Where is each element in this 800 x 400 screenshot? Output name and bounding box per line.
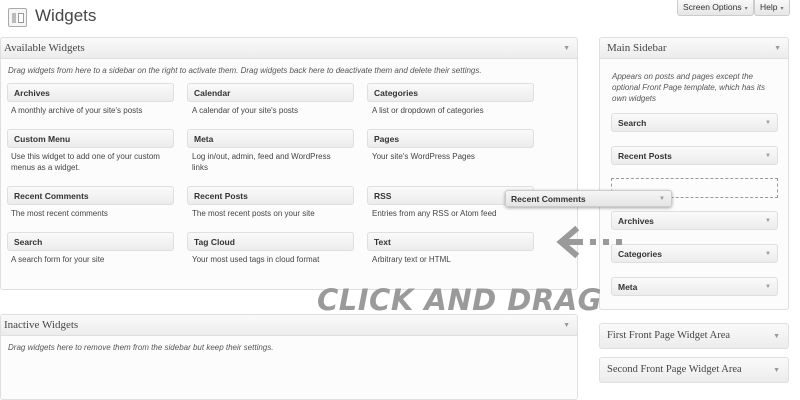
- first-front-page-widget-area[interactable]: First Front Page Widget Area ▼: [599, 323, 789, 349]
- widget-search-desc: A search form for your site: [11, 255, 105, 264]
- widget-calendar-desc: A calendar of your site's posts: [192, 106, 299, 115]
- widget-meta-desc: Log in/out, admin, feed and WordPress li…: [192, 152, 331, 172]
- collapse-arrow-icon[interactable]: ▼: [773, 358, 780, 382]
- widget-custom-menu-desc: Use this widget to add one of your custo…: [11, 152, 160, 172]
- collapse-arrow-icon[interactable]: ▼: [563, 315, 570, 335]
- sidebar-widget-meta[interactable]: Meta ▼: [611, 277, 778, 296]
- screen-options-button[interactable]: Screen Options ▾: [677, 0, 754, 16]
- widget-meta[interactable]: Meta: [187, 129, 354, 148]
- page-title: Widgets: [35, 6, 97, 25]
- widget-text[interactable]: Text: [367, 232, 534, 251]
- widget-tag-cloud[interactable]: Tag Cloud: [187, 232, 354, 251]
- sidebar-widget-label: Recent Posts: [618, 151, 672, 161]
- expand-arrow-icon[interactable]: ▼: [765, 147, 771, 166]
- widget-categories-desc: A list or dropdown of categories: [372, 106, 484, 115]
- widget-tag-cloud-desc: Your most used tags in cloud format: [192, 255, 320, 264]
- widget-recent-comments[interactable]: Recent Comments: [7, 186, 174, 205]
- chevron-down-icon: ▾: [744, 6, 748, 12]
- inactive-widgets-title: Inactive Widgets: [4, 319, 79, 331]
- main-sidebar-description: Appears on posts and pages except the op…: [612, 72, 765, 103]
- sidebar-widget-search[interactable]: Search ▼: [611, 113, 778, 132]
- widgets-page-icon: [8, 8, 27, 27]
- screen-options-label: Screen Options: [683, 2, 742, 12]
- sidebar-widget-label: Meta: [618, 282, 638, 292]
- main-sidebar-panel: Main Sidebar ▼ Appears on posts and page…: [599, 37, 789, 310]
- main-sidebar-header[interactable]: Main Sidebar ▼: [600, 38, 788, 59]
- widget-pages-desc: Your site's WordPress Pages: [372, 152, 475, 161]
- expand-arrow-icon: ▼: [659, 196, 665, 202]
- sidebar-widget-recent-posts[interactable]: Recent Posts ▼: [611, 146, 778, 165]
- help-label: Help: [760, 2, 778, 12]
- widget-pages[interactable]: Pages: [367, 129, 534, 148]
- widget-rss-desc: Entries from any RSS or Atom feed: [372, 209, 497, 218]
- drag-arrow-icon: [556, 226, 622, 259]
- widget-text-desc: Arbitrary text or HTML: [372, 255, 451, 264]
- widget-archives[interactable]: Archives: [7, 83, 174, 102]
- widget-archives-desc: A monthly archive of your site's posts: [11, 106, 143, 115]
- dragging-widget-recent-comments[interactable]: Recent Comments ▼: [505, 190, 672, 207]
- inactive-widgets-description: Drag widgets here to remove them from th…: [8, 343, 274, 352]
- sidebar-widget-label: Archives: [618, 216, 654, 226]
- main-sidebar-title: Main Sidebar: [607, 42, 667, 54]
- available-widgets-description: Drag widgets from here to a sidebar on t…: [8, 66, 482, 75]
- widget-area-label: First Front Page Widget Area: [607, 330, 731, 341]
- widget-area-label: Second Front Page Widget Area: [607, 364, 742, 375]
- widget-search[interactable]: Search: [7, 232, 174, 251]
- click-and-drag-caption: CLICK AND DRAG: [317, 283, 602, 317]
- chevron-down-icon: ▾: [780, 6, 784, 12]
- collapse-arrow-icon[interactable]: ▼: [563, 38, 570, 58]
- help-button[interactable]: Help ▾: [754, 0, 790, 16]
- sidebar-widget-archives[interactable]: Archives ▼: [611, 211, 778, 230]
- widget-calendar[interactable]: Calendar: [187, 83, 354, 102]
- expand-arrow-icon[interactable]: ▼: [765, 278, 771, 297]
- inactive-widgets-panel: Inactive Widgets ▼ Drag widgets here to …: [0, 314, 578, 400]
- widget-categories[interactable]: Categories: [367, 83, 534, 102]
- second-front-page-widget-area[interactable]: Second Front Page Widget Area ▼: [599, 357, 789, 383]
- widget-recent-posts[interactable]: Recent Posts: [187, 186, 354, 205]
- expand-arrow-icon[interactable]: ▼: [765, 114, 771, 133]
- expand-arrow-icon[interactable]: ▼: [765, 245, 771, 264]
- inactive-widgets-header[interactable]: Inactive Widgets ▼: [1, 315, 577, 336]
- available-widgets-title: Available Widgets: [4, 42, 85, 54]
- collapse-arrow-icon[interactable]: ▼: [773, 324, 780, 348]
- dragging-widget-label: Recent Comments: [511, 194, 586, 204]
- expand-arrow-icon[interactable]: ▼: [765, 212, 771, 231]
- widget-recent-posts-desc: The most recent posts on your site: [192, 209, 315, 218]
- sidebar-widget-categories[interactable]: Categories ▼: [611, 244, 778, 263]
- available-widgets-header[interactable]: Available Widgets ▼: [1, 38, 577, 59]
- collapse-arrow-icon[interactable]: ▼: [774, 38, 781, 58]
- widget-custom-menu[interactable]: Custom Menu: [7, 129, 174, 148]
- widget-recent-comments-desc: The most recent comments: [11, 209, 108, 218]
- sidebar-widget-label: Search: [618, 118, 647, 128]
